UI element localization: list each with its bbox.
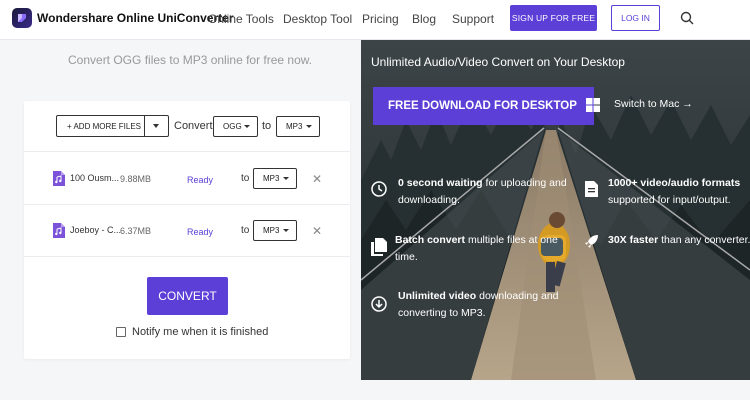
chevron-down-icon: [283, 177, 289, 180]
feature-3-bold: 30X faster: [608, 234, 659, 246]
page-bottom: [0, 380, 750, 400]
feature-0-bold: 0 second waiting: [398, 177, 483, 189]
nav-support[interactable]: Support: [452, 12, 494, 26]
split-divider: [144, 116, 145, 136]
feature-3: 30X faster than any converter.: [608, 232, 750, 249]
nav-desktop-tool[interactable]: Desktop Tool: [283, 12, 352, 26]
converter-toolbar: + ADD MORE FILES Convert OGG to MP3: [24, 101, 350, 152]
file-format-select[interactable]: MP3: [253, 220, 297, 241]
download-icon: [371, 296, 387, 317]
feature-1-bold: 1000+ video/audio formats: [608, 177, 741, 189]
download-label: FREE DOWNLOAD FOR DESKTOP: [388, 100, 577, 112]
feature-4-bold: Unlimited video: [398, 290, 477, 302]
notify-option[interactable]: Notify me when it is finished: [116, 326, 268, 338]
file-status: Ready: [187, 175, 214, 185]
chevron-down-icon: [306, 125, 312, 128]
login-button[interactable]: LOG IN: [611, 5, 660, 31]
file-to-label: to: [241, 225, 250, 236]
convert-button[interactable]: CONVERT: [147, 277, 228, 315]
converter-card: + ADD MORE FILES Convert OGG to MP3 100 …: [24, 101, 350, 359]
feature-0: 0 second waiting for uploading and downl…: [398, 175, 578, 209]
rocket-icon: [585, 234, 599, 253]
document-icon: [585, 181, 598, 202]
audio-file-icon: [53, 223, 65, 243]
windows-icon: [585, 97, 600, 115]
to-label: to: [262, 120, 272, 132]
notify-checkbox[interactable]: [116, 327, 126, 337]
files-icon: [371, 238, 387, 261]
feature-1-text: supported for input/output.: [608, 194, 731, 206]
file-name: Joeboy - C...: [70, 225, 122, 235]
logo-icon[interactable]: [12, 8, 32, 28]
nav-blog[interactable]: Blog: [412, 12, 436, 26]
file-format-select[interactable]: MP3: [253, 168, 297, 189]
feature-2: Batch convert multiple files at one time…: [395, 232, 575, 266]
feature-1: 1000+ video/audio formats supported for …: [608, 175, 750, 209]
chevron-down-icon: [283, 229, 289, 232]
close-icon[interactable]: ✕: [312, 224, 322, 238]
to-format-value: MP3: [286, 122, 303, 131]
close-icon[interactable]: ✕: [312, 172, 322, 186]
promo-headline: Unlimited Audio/Video Convert on Your De…: [371, 55, 625, 69]
feature-2-bold: Batch convert: [395, 234, 466, 246]
clock-icon: [371, 181, 387, 202]
add-more-files-label: + ADD MORE FILES: [67, 121, 142, 131]
from-format-value: OGG: [223, 122, 242, 131]
file-size: 9.88MB: [120, 174, 152, 184]
file-row: Joeboy - C... 6.37MB Ready to MP3 ✕: [24, 205, 350, 257]
file-size: 6.37MB: [120, 226, 152, 236]
file-name: 100 Ousm...: [70, 173, 120, 183]
to-format-select[interactable]: MP3: [276, 116, 320, 137]
chevron-down-icon[interactable]: [153, 124, 159, 128]
switch-to-mac-link[interactable]: Switch to Mac →: [614, 98, 693, 110]
free-download-button[interactable]: FREE DOWNLOAD FOR DESKTOP: [373, 87, 600, 125]
brand-name[interactable]: Wondershare Online UniConverter: [37, 11, 233, 25]
from-format-select[interactable]: OGG: [213, 116, 258, 137]
feature-4: Unlimited video downloading and converti…: [398, 288, 593, 322]
chevron-down-icon: [244, 125, 250, 128]
search-icon[interactable]: [680, 11, 694, 30]
converter-subtitle: Convert OGG files to MP3 online for free…: [68, 53, 313, 67]
audio-file-icon: [53, 171, 65, 191]
file-format-value: MP3: [263, 226, 280, 235]
file-format-value: MP3: [263, 174, 280, 183]
signup-button[interactable]: SIGN UP FOR FREE: [510, 5, 597, 31]
nav-online-tools[interactable]: Online Tools: [208, 12, 274, 26]
file-status: Ready: [187, 227, 214, 237]
promo-hero: Unlimited Audio/Video Convert on Your De…: [361, 40, 750, 380]
feature-3-text: than any converter.: [658, 234, 750, 246]
add-more-files-button[interactable]: + ADD MORE FILES: [56, 115, 169, 137]
site-header: Wondershare Online UniConverter Online T…: [0, 0, 750, 40]
nav-pricing[interactable]: Pricing: [362, 12, 399, 26]
file-to-label: to: [241, 173, 250, 184]
convert-label: Convert: [174, 120, 213, 132]
notify-label: Notify me when it is finished: [132, 326, 269, 338]
file-row: 100 Ousm... 9.88MB Ready to MP3 ✕: [24, 153, 350, 205]
